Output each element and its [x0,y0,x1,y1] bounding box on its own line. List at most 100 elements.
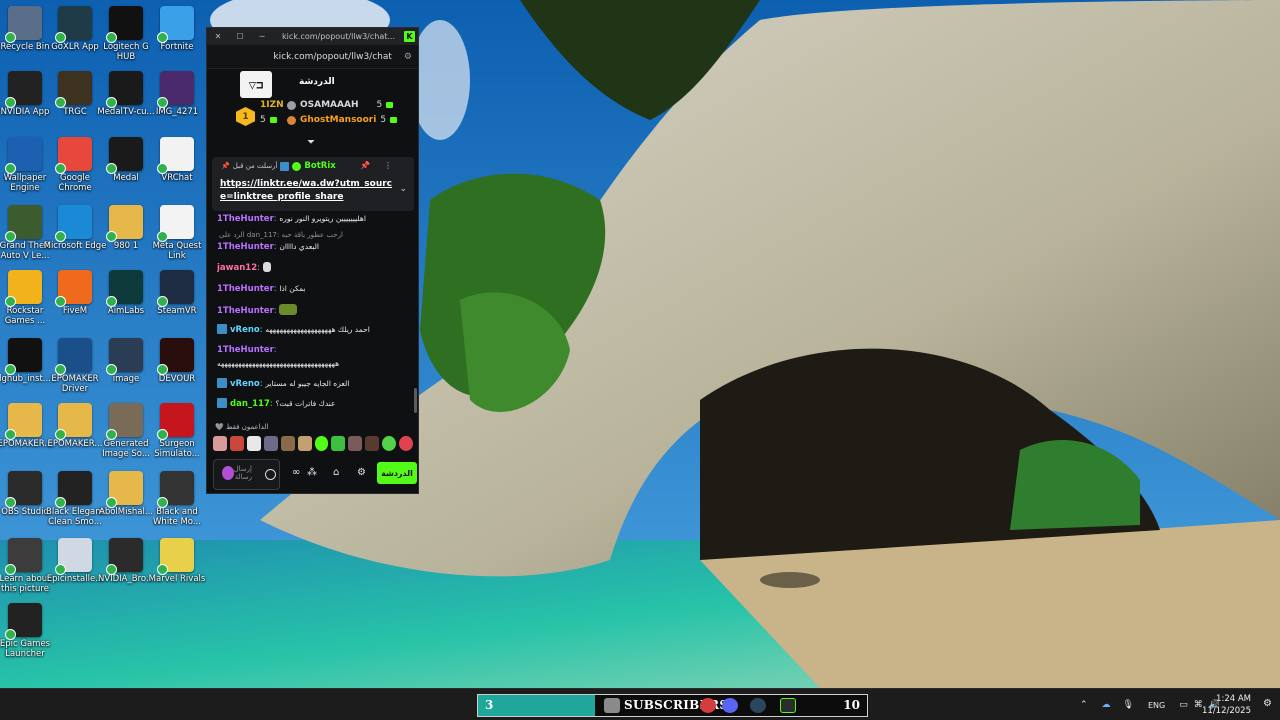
message-username[interactable]: 1TheHunter [217,214,274,224]
pinned-sender[interactable]: BotRix [304,161,335,171]
desktop-shortcut[interactable]: Meta Quest Link [144,205,210,261]
chat-message-input[interactable]: إرسال رسالة [213,459,280,490]
clock-date: 11/12/2025 [1202,706,1251,716]
desktop-shortcut[interactable]: Epic Games Launcher [0,603,58,659]
supporter-emote[interactable] [365,436,380,451]
supporters-bar: 🩶 الداعمون فقط [213,423,414,451]
sync-check-icon [55,163,66,174]
chat-message[interactable]: jawan12: [217,262,407,274]
supporter-emote[interactable] [246,436,261,451]
emoji-picker-icon[interactable] [265,469,276,480]
shortcut-label: SteamVR [157,306,197,316]
maximize-window-icon[interactable]: ☐ [229,32,251,41]
rockstar-icon [5,270,42,307]
kick-logo-icon: K [404,31,415,42]
chat-message[interactable]: 1TheHunter: بمكن اذا [217,283,407,295]
sync-check-icon [157,429,168,440]
message-username[interactable]: vReno [230,379,260,389]
shortcut-label: Meta Quest Link [152,241,202,261]
chat-message[interactable]: dan_117: عندك فاترات قبت؟ [217,398,407,410]
display-icon[interactable]: ▭ [1179,700,1188,710]
chevron-up-icon[interactable]: ⌃ [1080,700,1088,710]
site-settings-icon[interactable]: ⚙ [404,52,412,62]
store-icon[interactable]: ⌂ [333,467,339,478]
goxlr-icon [55,6,92,43]
window-titlebar[interactable]: ✕ ☐ ─ kick.com/popout/llw3/chat... K [207,28,418,45]
minimize-window-icon[interactable]: ─ [251,32,273,41]
url-text[interactable]: kick.com/popout/llw3/chat [273,52,392,62]
chat-message[interactable]: 1TheHunter: [217,304,407,317]
chevron-down-icon[interactable]: ⌄ [399,184,407,194]
leaderboard-entry[interactable]: 1IZN [260,100,284,110]
wallpaper-engine-icon [5,137,42,174]
shortcut-label: VRChat [161,173,193,183]
message-username[interactable]: 1TheHunter [217,345,274,355]
kick-taskbar-icon[interactable] [780,698,796,713]
more-options-icon[interactable]: ⋮ [384,161,406,170]
chat-message[interactable]: 1TheHunter: [217,345,407,356]
settings-gear-icon[interactable]: ⚙ [357,467,366,478]
desktop-shortcut[interactable]: VRChat [144,137,210,183]
reply-context[interactable]: الرد على dan_117: ارحب عطور باقة حبه [219,230,409,241]
steam-icon[interactable] [750,698,766,713]
chat-message[interactable]: 1TheHunter: البعدي داااان [217,241,407,253]
system-clock[interactable]: 1:24 AM 11/12/2025 [1202,693,1251,717]
message-username[interactable]: vReno [230,325,260,335]
close-window-icon[interactable]: ✕ [207,32,229,41]
supporter-emote[interactable] [229,436,244,451]
pinned-link[interactable]: https://linktr.ee/wa.dw?utm_source=linkt… [220,178,395,204]
language-indicator[interactable]: ENG [1148,701,1165,710]
desktop-shortcut[interactable]: Fortnite [144,6,210,52]
folder-icon [106,205,143,242]
frog-emote-icon [279,304,298,315]
silver-badge-icon [287,100,296,110]
sync-check-icon [106,429,117,440]
desktop-shortcut[interactable]: Marvel Rivals [144,538,210,584]
discord-icon[interactable] [722,698,738,713]
sync-check-icon [106,564,117,575]
folder-icon [5,403,42,440]
notifications-bell-icon[interactable]: ⚙ [1263,698,1272,709]
bot-badge-icon [280,161,290,171]
send-chat-button[interactable]: الدردشة [377,462,417,484]
file-explorer-icon[interactable] [604,698,620,713]
desktop-shortcut[interactable]: SteamVR [144,270,210,316]
supporter-emote[interactable] [280,436,295,451]
chat-logo-button[interactable]: ▽⊐ [240,71,272,98]
leaderboard-entry[interactable]: OSAMAAAH 5 [287,100,394,110]
supporter-emote[interactable] [331,436,346,451]
sync-check-icon [157,497,168,508]
app-icon[interactable] [700,698,716,713]
message-username[interactable]: jawan12 [217,263,257,273]
message-username[interactable]: 1TheHunter [217,242,274,252]
desktop-shortcut[interactable]: IMG_4271 [144,71,210,117]
supporter-emote[interactable] [382,436,397,451]
chat-message-continued: ههههههههههههههههههههههههههههههههههه [217,358,407,370]
gift-icon[interactable]: ⁂ [307,467,317,478]
chat-message[interactable]: 1TheHunter: اهلييييييين ريتويرو النور نو… [217,213,407,225]
supporter-emote[interactable] [297,436,312,451]
message-username[interactable]: 1TheHunter [217,284,274,294]
message-username[interactable]: 1TheHunter [217,306,274,316]
collapse-leaderboard-icon[interactable]: ⏷ [307,137,315,148]
kicks-icon[interactable]: ∞ [292,467,300,478]
onedrive-icon[interactable]: ☁ [1102,700,1111,710]
leaderboard-entry[interactable]: GhostMansoori 5 [287,115,398,125]
microphone-icon[interactable]: 🎙 [1123,700,1134,710]
chat-message[interactable]: vReno: العزه الجايه جيبو له مستاير [217,378,407,390]
message-text: اهلييييييين ريتويرو النور نوره [279,214,366,223]
desktop-shortcut[interactable]: Black and White Mo... [144,471,210,527]
sync-check-icon [55,231,66,242]
supporter-emote[interactable] [399,436,414,451]
unpin-icon[interactable]: 📌 [360,161,384,170]
message-username[interactable]: dan_117 [230,399,270,409]
supporter-emote[interactable] [314,436,329,451]
supporter-emote[interactable] [348,436,363,451]
supporter-emote[interactable] [213,436,227,451]
chat-scrollbar[interactable] [414,388,417,413]
leaderboard-name: 1IZN [260,100,284,110]
supporter-emote[interactable] [263,436,278,451]
desktop-shortcut[interactable]: DEVOUR [144,338,210,384]
desktop-shortcut[interactable]: Surgeon Simulato... [144,403,210,459]
chat-message[interactable]: vReno: احمد ريلك هههههههههههههههههههه [217,324,407,336]
